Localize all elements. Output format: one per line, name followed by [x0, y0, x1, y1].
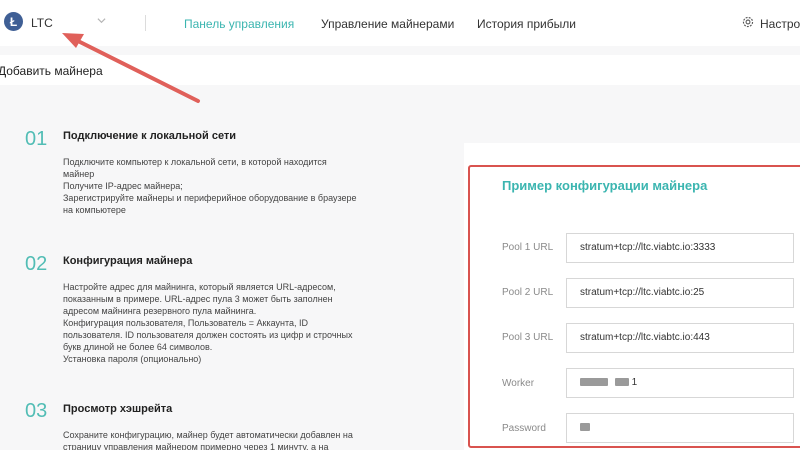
litecoin-icon[interactable]: Ł — [4, 12, 23, 31]
config-card-title: Пример конфигурации майнера — [502, 178, 708, 193]
top-navigation: Ł LTC Панель управления Управление майне… — [0, 0, 800, 46]
step-line: Установка пароля (опционально) — [63, 354, 202, 364]
worker-field[interactable]: 1 — [566, 368, 794, 398]
step-line: Зарегистрируйте майнеры и периферийное о… — [63, 193, 357, 203]
page-title: Добавить майнера — [0, 64, 103, 78]
step-number: 02 — [25, 253, 48, 275]
step-line: майнер — [63, 169, 95, 179]
password-field[interactable] — [566, 413, 794, 443]
step-line: пользователя. ID пользователя должен сос… — [63, 330, 353, 340]
chevron-down-icon[interactable] — [97, 16, 106, 25]
step-line: Настройте адрес для майнинга, который яв… — [63, 282, 336, 292]
redacted-text — [580, 423, 590, 432]
settings-link[interactable]: Настрой — [760, 17, 800, 31]
redacted-text — [580, 378, 608, 387]
pool2-url-field[interactable]: stratum+tcp://ltc.viabtc.io:25 — [566, 278, 794, 308]
step-line: страницу управления майнером примерно че… — [63, 442, 329, 450]
step-title: Подключение к локальной сети — [63, 130, 237, 142]
nav-miner-management[interactable]: Управление майнерами — [321, 17, 454, 31]
pool1-url-field[interactable]: stratum+tcp://ltc.viabtc.io:3333 — [566, 233, 794, 263]
step-line: Сохраните конфигурацию, майнер будет авт… — [63, 430, 353, 440]
step-line: показанным в примере. URL-адрес пула 3 м… — [63, 294, 333, 304]
redacted-text — [614, 378, 629, 387]
pool1-label: Pool 1 URL — [502, 242, 554, 253]
pool3-label: Pool 3 URL — [502, 332, 554, 343]
step-description: Сохраните конфигурацию, майнер будет авт… — [63, 429, 383, 450]
page-header: Добавить майнера — [0, 55, 800, 85]
step-title: Конфигурация майнера — [63, 255, 193, 267]
worker-label: Worker — [502, 378, 535, 389]
nav-dashboard[interactable]: Панель управления — [184, 17, 294, 31]
step-line: Получите IP-адрес майнера; — [63, 181, 183, 191]
worker-suffix: 1 — [631, 377, 638, 388]
step-number: 03 — [25, 400, 48, 422]
step-line: на компьютере — [63, 205, 126, 215]
step-line: букв длиной не более 64 символов. — [63, 342, 213, 352]
step-line: Конфигурация пользователя, Пользователь … — [63, 318, 309, 328]
nav-profit-history[interactable]: История прибыли — [477, 17, 576, 31]
coin-selector-label[interactable]: LTC — [31, 16, 53, 30]
step-line: адресом майнинга резервного пула майнинг… — [63, 306, 257, 316]
step-description: Подключите компьютер к локальной сети, в… — [63, 156, 383, 216]
step-number: 01 — [25, 128, 48, 150]
gear-icon[interactable] — [741, 15, 755, 29]
pool3-url-field[interactable]: stratum+tcp://ltc.viabtc.io:443 — [566, 323, 794, 353]
nav-divider — [145, 15, 146, 31]
step-line: Подключите компьютер к локальной сети, в… — [63, 157, 327, 167]
step-title: Просмотр хэшрейта — [63, 403, 173, 415]
pool2-label: Pool 2 URL — [502, 287, 554, 298]
step-description: Настройте адрес для майнинга, который яв… — [63, 281, 383, 365]
password-label: Password — [502, 423, 546, 434]
